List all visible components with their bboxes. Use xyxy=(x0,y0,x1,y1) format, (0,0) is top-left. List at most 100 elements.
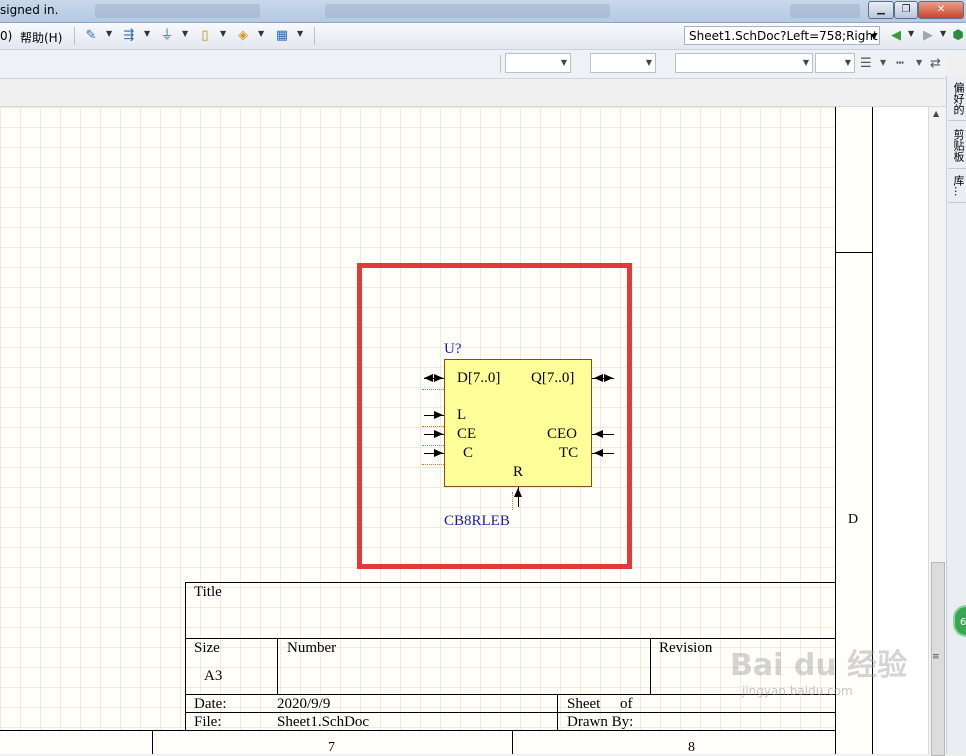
bidirectional-arrow-icon xyxy=(594,374,603,382)
part-tool-icon[interactable]: ▯ xyxy=(197,28,213,44)
format-toolbar: ▼ ▼ ▼ ▼ ☰ ▼ ┅ ▼ ⇄ xyxy=(0,50,946,79)
component-designator[interactable]: U? xyxy=(444,341,462,358)
window-title-bar: signed in. ▁ ❐ ✕ xyxy=(0,0,966,23)
pin-label: C xyxy=(463,445,474,461)
chevron-down-icon[interactable]: ▼ xyxy=(561,58,567,67)
pin-label: D[7..0] xyxy=(457,370,501,386)
number-label: Number xyxy=(287,640,337,656)
error-squiggle xyxy=(422,439,444,446)
size-value: A3 xyxy=(204,668,223,684)
chevron-down-icon[interactable]: ▼ xyxy=(182,29,188,38)
drawn-by-label: Drawn By: xyxy=(567,714,634,730)
chevron-down-icon[interactable]: ▼ xyxy=(803,58,809,67)
tab-clipboard[interactable]: 剪贴板 xyxy=(948,122,966,169)
divider xyxy=(557,694,558,731)
date-label: Date: xyxy=(194,696,227,712)
document-tab-strip xyxy=(0,79,946,107)
sheet-border-bottom: 7 8 xyxy=(0,730,873,754)
window-title: signed in. xyxy=(0,3,59,17)
divider xyxy=(512,731,513,754)
blurred-title-area xyxy=(95,4,260,18)
vertical-scrollbar[interactable]: ▲ ≡ xyxy=(928,107,947,756)
chevron-down-icon[interactable]: ▼ xyxy=(880,58,886,67)
side-panel-tabs: 偏好的 剪贴板 库... xyxy=(946,76,966,754)
divider xyxy=(186,638,836,639)
menu-item-help[interactable]: 帮助(H) xyxy=(20,29,62,46)
chevron-down-icon[interactable]: ▼ xyxy=(871,27,877,44)
revision-label: Revision xyxy=(659,640,713,656)
output-arrow-icon xyxy=(594,430,603,438)
address-bar[interactable]: Sheet1.SchDoc?Left=758;Right= ▼ xyxy=(684,26,880,45)
chevron-down-icon[interactable]: ▼ xyxy=(940,29,946,38)
size-combo[interactable]: ▼ xyxy=(590,53,656,73)
tab-libraries[interactable]: 库... xyxy=(948,170,966,203)
chevron-down-icon[interactable]: ▼ xyxy=(916,58,922,67)
width-combo[interactable]: ▼ xyxy=(815,53,855,73)
ground-power-icon[interactable]: ⏚ xyxy=(159,28,175,44)
input-arrow-icon xyxy=(434,411,443,419)
chevron-down-icon[interactable]: ▼ xyxy=(646,58,652,67)
watermark-logo: Bai du 经验 xyxy=(730,648,908,683)
file-label: File: xyxy=(194,714,222,730)
error-squiggle xyxy=(422,420,444,427)
divider xyxy=(277,638,278,694)
bidirectional-arrow-icon xyxy=(424,374,433,382)
chevron-down-icon[interactable]: ▼ xyxy=(220,29,226,38)
tab-favorites[interactable]: 偏好的 xyxy=(948,76,966,121)
zone-column-label: 7 xyxy=(328,740,335,754)
divider xyxy=(152,731,153,754)
font-combo[interactable]: ▼ xyxy=(505,53,571,73)
pin-label: CE xyxy=(457,426,477,442)
grid-tool-icon[interactable]: ▦ xyxy=(274,28,290,44)
grip-icon: ≡ xyxy=(932,652,940,662)
maximize-button[interactable]: ❐ xyxy=(894,1,918,19)
chevron-down-icon[interactable]: ▼ xyxy=(258,29,264,38)
divider xyxy=(836,252,872,253)
input-arrow-icon xyxy=(434,449,443,457)
back-icon[interactable]: ◀ xyxy=(888,28,904,44)
sheet-label: Sheet xyxy=(567,696,601,712)
home-icon[interactable]: ⬢ xyxy=(950,28,966,44)
wire-tool-icon[interactable]: ✎ xyxy=(83,28,99,44)
bidirectional-arrow-icon xyxy=(604,374,613,382)
arrange-icon[interactable]: ⇄ xyxy=(930,56,941,71)
align-tool-icon[interactable]: ⇶ xyxy=(121,28,137,44)
pin-label: R xyxy=(513,464,524,480)
menu-toolbar: 0) 帮助(H) ✎ ▼ ⇶ ▼ ⏚ ▼ ▯ ▼ ◈ ▼ ▦ ▼ Sheet1.… xyxy=(0,23,966,50)
chevron-down-icon[interactable]: ▼ xyxy=(144,29,150,38)
zone-column-label: 8 xyxy=(688,740,695,754)
of-label: of xyxy=(620,696,633,712)
dash-style-icon[interactable]: ┅ xyxy=(896,56,904,71)
toolbar-separator xyxy=(74,27,75,45)
chevron-down-icon[interactable]: ▼ xyxy=(908,29,914,38)
divider xyxy=(650,638,651,694)
forward-icon[interactable]: ▶ xyxy=(920,28,936,44)
watermark-url: jingyan.baidu.com xyxy=(742,684,853,698)
address-value: Sheet1.SchDoc?Left=758;Right= xyxy=(689,29,880,43)
title-label: Title xyxy=(194,584,222,600)
pin-label: TC xyxy=(559,445,579,461)
toolbar-separator xyxy=(500,55,501,73)
file-value: Sheet1.SchDoc xyxy=(277,714,370,730)
minimize-button[interactable]: ▁ xyxy=(868,1,894,19)
chevron-down-icon[interactable]: ▼ xyxy=(845,58,851,67)
bidirectional-arrow-icon xyxy=(434,374,443,382)
error-squiggle xyxy=(512,492,517,510)
pin-label: Q[7..0] xyxy=(531,370,575,386)
toolbar-separator xyxy=(314,27,315,45)
port-tool-icon[interactable]: ◈ xyxy=(235,28,251,44)
input-arrow-icon xyxy=(434,430,443,438)
line-style-icon[interactable]: ☰ xyxy=(860,56,872,71)
style-combo[interactable]: ▼ xyxy=(675,53,813,73)
chevron-down-icon[interactable]: ▼ xyxy=(297,29,303,38)
menu-item-previous[interactable]: 0) xyxy=(0,29,12,43)
error-squiggle xyxy=(422,458,444,465)
notification-badge[interactable]: 6 xyxy=(953,605,966,637)
divider xyxy=(186,694,836,695)
close-button[interactable]: ✕ xyxy=(918,1,964,19)
scroll-up-icon[interactable]: ▲ xyxy=(933,109,939,118)
component-comment[interactable]: CB8RLEB xyxy=(444,513,510,530)
pin-label: L xyxy=(457,407,467,423)
blurred-title-area xyxy=(790,4,860,18)
chevron-down-icon[interactable]: ▼ xyxy=(106,29,112,38)
